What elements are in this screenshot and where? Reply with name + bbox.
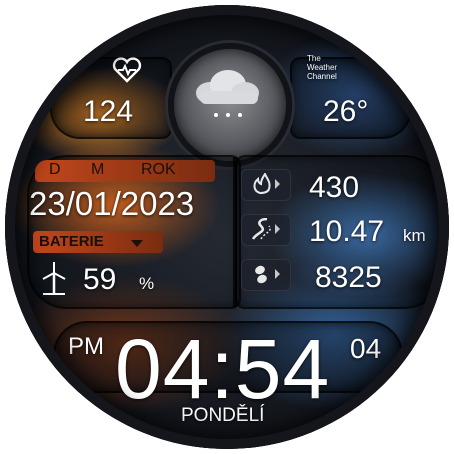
- watch-face: 124 The Weather Channel 26° D M ROK 23/0…: [5, 5, 449, 449]
- bezel: [5, 5, 449, 449]
